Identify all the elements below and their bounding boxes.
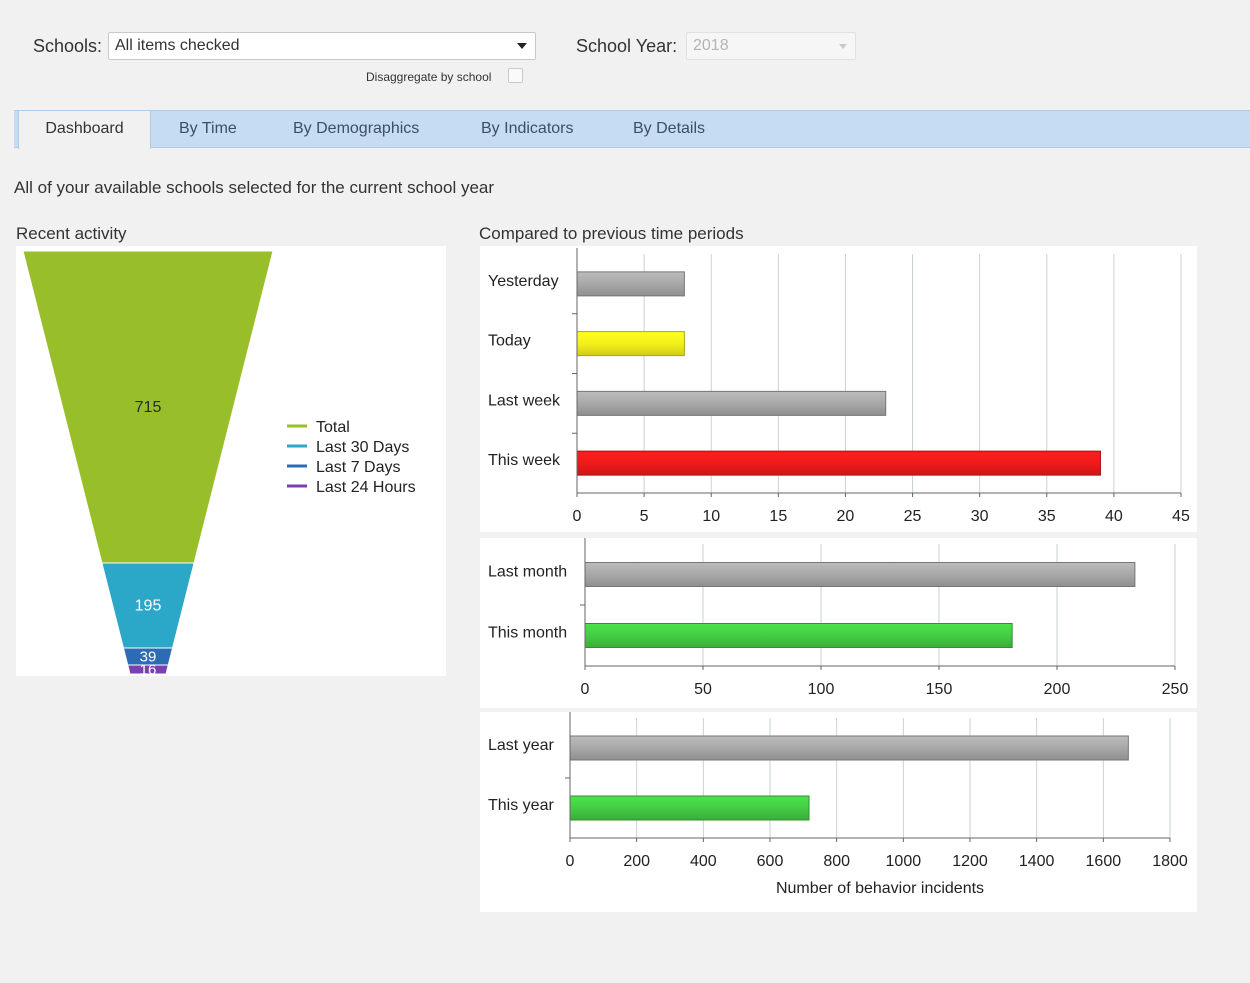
tick-label: 1800 — [1152, 853, 1188, 870]
tick-label: 15 — [769, 508, 787, 525]
tick-label: 200 — [1044, 681, 1071, 698]
funnel-chart-panel: Total Last 30 Days Last 7 Days Last 24 H… — [16, 246, 446, 679]
bar-last-month[interactable] — [584, 562, 1136, 587]
monthly-bar-chart: Last month This month 0 50 100 150 200 250 — [488, 538, 1189, 698]
tab-by-indicators[interactable]: By Indicators — [481, 111, 573, 147]
funnel-chart: Total Last 30 Days Last 7 Days Last 24 H… — [22, 250, 416, 679]
category-label-this-month: This month — [488, 625, 567, 642]
legend-label-total: Total — [316, 419, 350, 436]
x-axis-title: Number of behavior incidents — [776, 880, 984, 897]
school-year-label: School Year: — [576, 36, 678, 56]
disaggregate-checkbox[interactable] — [508, 68, 523, 83]
tick-label: 0 — [566, 853, 575, 870]
tick-label: 1600 — [1086, 853, 1122, 870]
tick-label: 25 — [904, 508, 922, 525]
tab-by-details[interactable]: By Details — [633, 111, 705, 147]
tick-label: 150 — [926, 681, 953, 698]
category-label-today: Today — [488, 333, 531, 350]
tab-by-time[interactable]: By Time — [179, 111, 237, 147]
tick-label: 35 — [1038, 508, 1056, 525]
tick-label: 100 — [808, 681, 835, 698]
chevron-down-icon — [517, 43, 527, 49]
funnel-legend: Total Last 30 Days Last 7 Days Last 24 H… — [287, 419, 416, 496]
category-label-last-week: Last week — [488, 392, 561, 409]
tick-label: 10 — [702, 508, 720, 525]
tick-label: 250 — [1162, 681, 1189, 698]
legend-label-last-7-days: Last 7 Days — [316, 459, 400, 476]
tick-label: 1000 — [886, 853, 922, 870]
category-label-this-year: This year — [488, 797, 554, 814]
bar-today[interactable] — [576, 331, 685, 357]
tick-label: 45 — [1172, 508, 1190, 525]
tick-label: 200 — [623, 853, 650, 870]
tab-dashboard[interactable]: Dashboard — [18, 110, 151, 149]
bar-this-week[interactable] — [576, 450, 1101, 476]
funnel-value-label: 16 — [140, 662, 157, 676]
tick-label: 0 — [573, 508, 582, 525]
legend-label-last-24-hours: Last 24 Hours — [316, 479, 416, 496]
compare-title: Compared to previous time periods — [479, 224, 744, 243]
chevron-down-icon — [839, 44, 847, 49]
schools-dropdown[interactable]: All items checked — [108, 32, 536, 60]
tick-label: 800 — [823, 853, 850, 870]
disaggregate-label: Disaggregate by school — [366, 70, 492, 84]
category-label-yesterday: Yesterday — [488, 273, 559, 290]
weekly-bar-chart-panel: Yesterday Today Last week This week 0 5 10 15 20… — [480, 246, 1197, 532]
page-subtitle: All of your available schools selected f… — [14, 178, 495, 197]
school-year-dropdown[interactable]: 2018 — [686, 32, 856, 60]
schools-label: Schools: — [33, 36, 103, 56]
tick-label: 30 — [971, 508, 989, 525]
bar-last-week[interactable] — [576, 390, 887, 416]
funnel-value-label: 195 — [135, 597, 162, 614]
category-label-last-month: Last month — [488, 564, 567, 581]
tick-label: 0 — [581, 681, 590, 698]
bar-this-month[interactable] — [584, 623, 1013, 648]
tick-label: 40 — [1105, 508, 1123, 525]
school-year-value: 2018 — [693, 37, 729, 54]
category-label-this-week: This week — [488, 452, 561, 469]
tick-label: 1400 — [1019, 853, 1055, 870]
schools-dropdown-value: All items checked — [115, 37, 240, 54]
bar-yesterday[interactable] — [576, 271, 685, 297]
bar-last-year[interactable] — [569, 735, 1129, 761]
tab-bar: Dashboard By Time By Demographics By Ind… — [14, 110, 1250, 149]
tick-label: 5 — [640, 508, 649, 525]
tick-label: 50 — [694, 681, 712, 698]
tick-label: 400 — [690, 853, 717, 870]
yearly-bar-chart: Last year This year 0 200 400 600 800 1000 1200 1… — [488, 712, 1188, 897]
tick-label: 1200 — [952, 853, 988, 870]
tick-label: 600 — [757, 853, 784, 870]
weekly-bar-chart: Yesterday Today Last week This week 0 5 10 15 20… — [488, 248, 1190, 525]
legend-label-last-30-days: Last 30 Days — [316, 439, 409, 456]
tab-by-demographics[interactable]: By Demographics — [293, 111, 419, 147]
recent-activity-title: Recent activity — [16, 224, 127, 243]
tick-label: 20 — [837, 508, 855, 525]
yearly-bar-chart-panel: Last year This year 0 200 400 600 800 1000 1200 1… — [480, 712, 1197, 912]
monthly-bar-chart-panel: Last month This month 0 50 100 150 200 250 — [480, 538, 1197, 708]
funnel-value-label: 715 — [135, 399, 162, 416]
category-label-last-year: Last year — [488, 737, 554, 754]
bar-this-year[interactable] — [569, 795, 810, 821]
